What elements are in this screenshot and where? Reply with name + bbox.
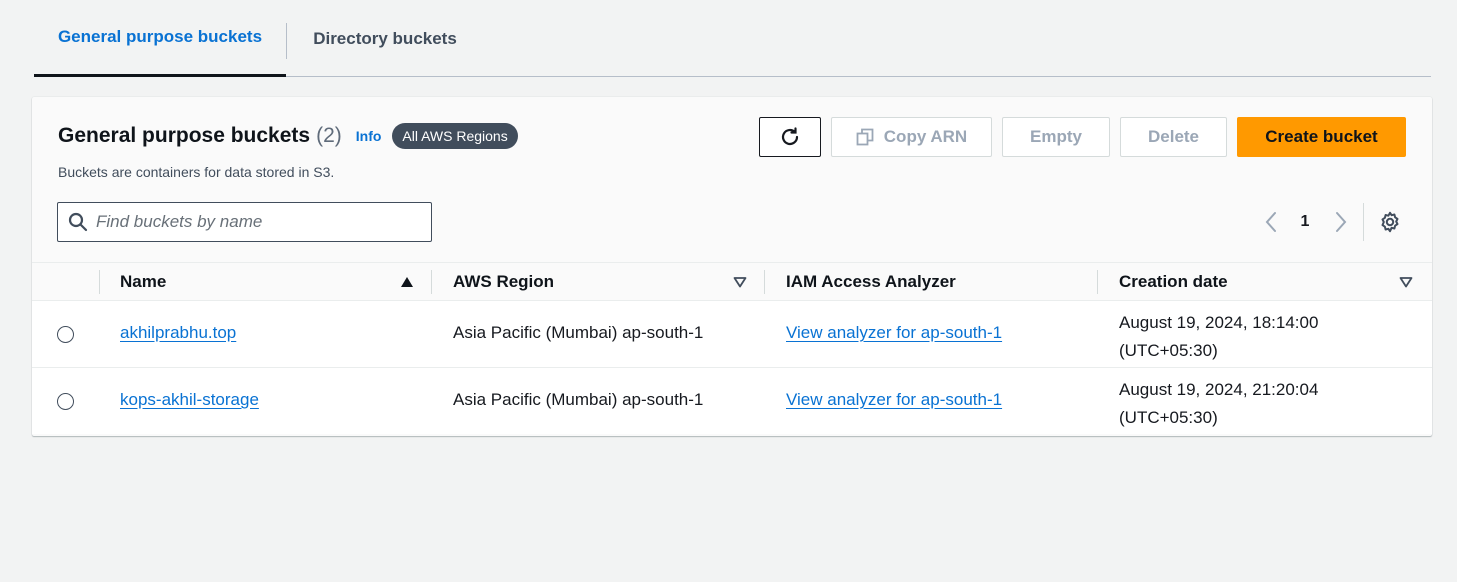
row-select-radio[interactable] xyxy=(57,326,74,343)
sort-caret-down-icon[interactable] xyxy=(733,276,747,288)
bucket-name-link[interactable]: akhilprabhu.top xyxy=(120,323,236,342)
panel-header: General purpose buckets (2) Info All AWS… xyxy=(58,123,518,149)
panel-description: Buckets are containers for data stored i… xyxy=(58,164,335,180)
refresh-icon xyxy=(779,126,801,148)
column-divider xyxy=(764,270,765,294)
tab-directory-buckets[interactable]: Directory buckets xyxy=(287,0,483,77)
search-input[interactable] xyxy=(96,212,416,232)
delete-button[interactable]: Delete xyxy=(1120,117,1227,157)
search-box[interactable] xyxy=(57,202,432,242)
column-header-creation-date[interactable]: Creation date xyxy=(1119,263,1228,300)
bucket-region: Asia Pacific (Mumbai) ap-south-1 xyxy=(453,390,704,409)
view-analyzer-link[interactable]: View analyzer for ap-south-1 xyxy=(786,390,1002,409)
info-link[interactable]: Info xyxy=(356,128,382,144)
column-header-iam: IAM Access Analyzer xyxy=(786,271,956,291)
buckets-panel: General purpose buckets (2) Info All AWS… xyxy=(32,97,1432,436)
bucket-region: Asia Pacific (Mumbai) ap-south-1 xyxy=(453,323,704,342)
panel-title: General purpose buckets xyxy=(58,124,311,147)
pagination-divider xyxy=(1363,203,1364,241)
refresh-button[interactable] xyxy=(759,117,821,157)
sort-caret-down-icon[interactable] xyxy=(1399,276,1413,288)
column-header-region[interactable]: AWS Region xyxy=(453,263,554,300)
search-icon xyxy=(68,212,88,232)
creation-date: August 19, 2024, 18:14:00 (UTC+05:30) xyxy=(1119,309,1318,365)
table-row: akhilprabhu.top Asia Pacific (Mumbai) ap… xyxy=(32,301,1432,368)
next-page-button[interactable] xyxy=(1330,207,1352,237)
creation-date-line: August 19, 2024, 18:14:00 xyxy=(1119,313,1319,332)
view-analyzer-link[interactable]: View analyzer for ap-south-1 xyxy=(786,323,1002,342)
creation-date-timezone: (UTC+05:30) xyxy=(1119,408,1218,427)
copy-arn-button[interactable]: Copy ARN xyxy=(831,117,992,157)
creation-date-line: August 19, 2024, 21:20:04 xyxy=(1119,380,1319,399)
tab-general-purpose-buckets[interactable]: General purpose buckets xyxy=(34,0,286,77)
column-header-name[interactable]: Name xyxy=(120,263,166,300)
creation-date: August 19, 2024, 21:20:04 (UTC+05:30) xyxy=(1119,376,1318,432)
chevron-left-icon xyxy=(1264,211,1278,233)
chevron-right-icon xyxy=(1334,211,1348,233)
gear-icon xyxy=(1379,211,1401,233)
column-divider xyxy=(99,270,100,294)
regions-badge: All AWS Regions xyxy=(392,123,518,149)
copy-icon xyxy=(856,128,874,146)
sort-ascending-icon[interactable] xyxy=(400,276,414,288)
empty-button[interactable]: Empty xyxy=(1002,117,1110,157)
creation-date-timezone: (UTC+05:30) xyxy=(1119,341,1218,360)
page-number[interactable]: 1 xyxy=(1296,207,1314,237)
column-divider xyxy=(431,270,432,294)
previous-page-button[interactable] xyxy=(1260,207,1282,237)
copy-arn-label: Copy ARN xyxy=(883,127,968,146)
column-divider xyxy=(1097,270,1098,294)
create-bucket-button[interactable]: Create bucket xyxy=(1237,117,1406,157)
table-row: kops-akhil-storage Asia Pacific (Mumbai)… xyxy=(32,368,1432,434)
bucket-name-link[interactable]: kops-akhil-storage xyxy=(120,390,259,409)
row-select-radio[interactable] xyxy=(57,393,74,410)
bucket-type-tabs: General purpose buckets Directory bucket… xyxy=(34,0,1431,77)
table-header: Name AWS Region IAM Access Analyzer Crea… xyxy=(32,262,1432,301)
preferences-button[interactable] xyxy=(1377,207,1403,237)
table-body: akhilprabhu.top Asia Pacific (Mumbai) ap… xyxy=(32,301,1432,434)
bucket-count: (2) xyxy=(316,124,342,147)
